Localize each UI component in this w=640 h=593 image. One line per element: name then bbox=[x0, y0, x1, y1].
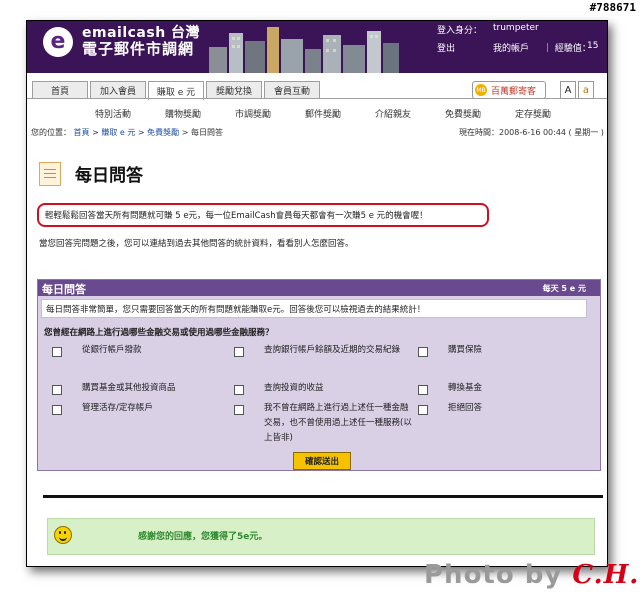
option-label: 購買基金或其他投資商品 bbox=[82, 383, 176, 393]
option-label: 管理活存/定存帳戶 bbox=[82, 403, 153, 413]
current-time-value: 2008-6-16 00:44 ( 星期一 ) bbox=[499, 128, 604, 137]
option-label: 從銀行帳戶撥款 bbox=[82, 345, 142, 355]
screenshot-frame: e emailcash 台灣 電子郵件市調網 登入身分： trumpeter 登… bbox=[26, 20, 608, 567]
site-header: e emailcash 台灣 電子郵件市調網 登入身分： trumpeter 登… bbox=[27, 21, 607, 73]
option-check-balance[interactable]: 查詢銀行帳戶餘額及近期的交易紀錄 bbox=[234, 345, 414, 358]
photo-credit-prefix: Photo by bbox=[424, 560, 563, 590]
subnav-free[interactable]: 免費獎勵 bbox=[445, 107, 515, 120]
option-label: 查詢投資的收益 bbox=[264, 383, 324, 393]
subnav-referral[interactable]: 介紹親友 bbox=[375, 107, 445, 120]
checkbox[interactable] bbox=[418, 405, 428, 415]
option-bank-transfer[interactable]: 從銀行帳戶撥款 bbox=[52, 345, 142, 358]
tab-home[interactable]: 首頁 bbox=[32, 81, 88, 99]
option-label: 轉換基金 bbox=[448, 383, 483, 393]
checkbox[interactable] bbox=[234, 347, 244, 357]
option-label: 我不曾在網路上進行過上述任一種金融交易，也不曾使用過上述任一種服務(以上皆非) bbox=[264, 403, 412, 443]
breadcrumb-earn[interactable]: 賺取 e 元 bbox=[101, 128, 135, 137]
option-label: 購買保險 bbox=[448, 345, 483, 355]
notepad-icon bbox=[39, 162, 61, 186]
option-decline[interactable]: 拒絕回答 bbox=[418, 403, 483, 416]
tab-community[interactable]: 會員互動 bbox=[264, 81, 320, 99]
logout-link[interactable]: 登出 bbox=[437, 41, 455, 54]
emailcash-logo-icon[interactable]: e bbox=[43, 27, 73, 57]
panel-intro: 每日問答非常簡單，您只需要回答當天的所有問題就能賺取e元。回答後您可以檢視過去的… bbox=[41, 299, 587, 318]
option-manage-deposits[interactable]: 管理活存/定存帳戶 bbox=[52, 403, 153, 416]
page-title: 每日問答 bbox=[75, 166, 143, 186]
font-large-button[interactable]: A bbox=[560, 81, 576, 99]
daily-quiz-panel: 每日問答 每天 5 e 元 每日問答非常簡單，您只需要回答當天的所有問題就能賺取… bbox=[37, 279, 601, 471]
breadcrumb-current: 每日問答 bbox=[190, 128, 223, 137]
option-switch-funds[interactable]: 轉換基金 bbox=[418, 383, 483, 396]
my-account-link[interactable]: 我的帳戶 bbox=[493, 41, 529, 54]
photo-credit: Photo by C.H. bbox=[424, 560, 639, 590]
checkbox[interactable] bbox=[418, 347, 428, 357]
city-buildings-icon bbox=[209, 27, 399, 73]
tab-rewards[interactable]: 獎勵兌換 bbox=[206, 81, 262, 99]
million-mail-button[interactable]: MB 百萬郵寄客 bbox=[472, 81, 546, 99]
checkbox[interactable] bbox=[52, 405, 62, 415]
brand-subtitle: 電子郵件市調網 bbox=[82, 40, 195, 58]
font-small-button[interactable]: a bbox=[578, 81, 594, 99]
mb-badge-icon: MB bbox=[475, 84, 487, 96]
checkbox[interactable] bbox=[234, 405, 244, 415]
option-investment-returns[interactable]: 查詢投資的收益 bbox=[234, 383, 324, 396]
checkbox[interactable] bbox=[418, 385, 428, 395]
current-time: 現在時間：2008-6-16 00:44 ( 星期一 ) bbox=[459, 127, 604, 138]
login-label: 登入身分： bbox=[437, 26, 483, 36]
checkbox[interactable] bbox=[234, 385, 244, 395]
panel-title: 每日問答 bbox=[42, 283, 86, 296]
promo-notice: 輕輕鬆鬆回答當天所有問題就可賺 5 e元，每一位EmailCash會員每天都會有… bbox=[37, 203, 489, 227]
subnav-deposit[interactable]: 定存獎勵 bbox=[515, 107, 585, 120]
million-mail-label: 百萬郵寄客 bbox=[491, 86, 537, 97]
option-insurance[interactable]: 購買保險 bbox=[418, 345, 483, 358]
sub-nav: 特別活動 購物獎勵 市調獎勵 郵件獎勵 介紹親友 免費獎勵 定存獎勵 bbox=[95, 107, 585, 120]
tab-join[interactable]: 加入會員 bbox=[90, 81, 146, 99]
option-label: 拒絕回答 bbox=[448, 403, 483, 413]
question-text: 您曾經在網路上進行過哪些金融交易或使用過哪些金融服務？ bbox=[44, 328, 274, 338]
exp-label: ｜ 經驗值： bbox=[543, 44, 591, 54]
subnav-shopping[interactable]: 購物獎勵 bbox=[165, 107, 235, 120]
smiley-icon bbox=[54, 526, 72, 544]
breadcrumb-free[interactable]: 免費獎勵 bbox=[147, 128, 179, 137]
checkbox[interactable] bbox=[52, 385, 62, 395]
submit-button[interactable]: 確認送出 bbox=[293, 452, 351, 470]
breadcrumb-label: 您的位置： bbox=[31, 128, 71, 137]
watermark-id: #788671 bbox=[589, 1, 636, 14]
panel-header: 每日問答 每天 5 e 元 bbox=[38, 280, 600, 296]
breadcrumb-home[interactable]: 首頁 bbox=[74, 128, 90, 137]
username: trumpeter bbox=[493, 23, 539, 33]
exp-value: 15 bbox=[587, 41, 599, 51]
subnav-survey[interactable]: 市調獎勵 bbox=[235, 107, 305, 120]
divider bbox=[43, 495, 603, 498]
photo-credit-name: C.H. bbox=[572, 560, 640, 590]
stats-note: 當您回答完問題之後，您可以連結到過去其他問答的統計資料，看看別人怎麼回答。 bbox=[39, 239, 354, 249]
thanks-message-box: 感謝您的回應，您獲得了5e元。 bbox=[47, 518, 595, 555]
option-label: 查詢銀行帳戶餘額及近期的交易紀錄 bbox=[264, 345, 401, 355]
panel-reward: 每天 5 e 元 bbox=[542, 284, 586, 293]
option-buy-funds[interactable]: 購買基金或其他投資商品 bbox=[52, 383, 176, 396]
subnav-mail[interactable]: 郵件獎勵 bbox=[305, 107, 375, 120]
breadcrumb: 您的位置： 首頁 > 賺取 e 元 > 免費獎勵 > 每日問答 bbox=[31, 128, 223, 137]
checkbox[interactable] bbox=[52, 347, 62, 357]
main-nav: 首頁 加入會員 賺取 e 元 獎勵兌換 會員互動 MB 百萬郵寄客 A a 特別… bbox=[27, 73, 607, 138]
thanks-message: 感謝您的回應，您獲得了5e元。 bbox=[138, 532, 268, 542]
current-time-label: 現在時間： bbox=[459, 128, 499, 137]
subnav-special[interactable]: 特別活動 bbox=[95, 107, 165, 120]
option-none[interactable]: 我不曾在網路上進行過上述任一種金融交易，也不曾使用過上述任一種服務(以上皆非) bbox=[234, 403, 414, 446]
user-info: 登入身分： trumpeter 登出 我的帳戶 ｜ 經驗值： 15 bbox=[417, 21, 607, 73]
